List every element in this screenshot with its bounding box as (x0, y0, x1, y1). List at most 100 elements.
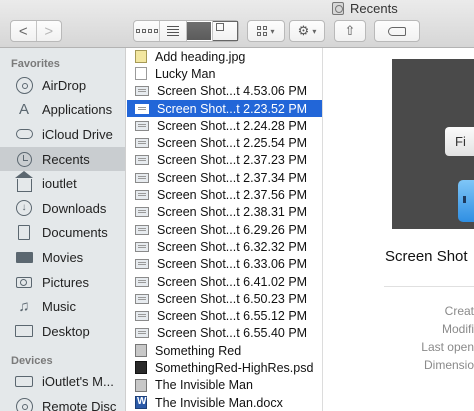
sidebar-item-icloud-drive[interactable]: iCloud Drive (0, 122, 125, 147)
sidebar-item-documents[interactable]: Documents (0, 221, 125, 246)
list-item[interactable]: Screen Shot...t 2.24.28 PM (127, 117, 322, 134)
gear-icon: ⚙ (297, 23, 310, 38)
list-item[interactable]: Screen Shot...t 2.25.54 PM (127, 134, 322, 151)
chevron-down-icon: ▾ (270, 26, 275, 36)
sidebar: Favorites AirDrop A Applications iCloud … (0, 48, 126, 411)
column-view-button[interactable] (185, 21, 212, 41)
list-item[interactable]: The Invisible Man.docx (127, 394, 322, 411)
photoshop-file-icon (135, 361, 147, 375)
forward-button[interactable]: > (35, 21, 62, 41)
screenshot-file-icon (135, 172, 149, 183)
screenshot-file-icon (135, 207, 149, 218)
sidebar-item-recents[interactable]: Recents (0, 146, 125, 172)
recents-folder-icon (332, 1, 344, 15)
file-icon (135, 344, 147, 358)
preview-pane: Fi Screen Shot Creat Modifi Last open Di… (324, 48, 474, 411)
list-item[interactable]: Something Red (127, 342, 322, 359)
list-item[interactable]: Screen Shot...t 2.37.34 PM (127, 169, 322, 186)
sidebar-item-desktop[interactable]: Desktop (0, 319, 125, 344)
favorites-header: Favorites (11, 58, 60, 70)
sidebar-item-remote-disc[interactable]: Remote Disc (0, 394, 125, 411)
downloads-icon: ↓ (14, 199, 34, 217)
list-item[interactable]: SomethingRed-HighRes.psd (127, 359, 322, 376)
list-item[interactable]: Add heading.jpg (127, 48, 322, 65)
tags-button[interactable] (374, 20, 420, 42)
preview-thumbnail-button: Fi (445, 127, 474, 156)
documents-icon (14, 224, 34, 242)
back-button[interactable]: < (11, 21, 36, 41)
screenshot-file-icon (135, 241, 149, 252)
list-item[interactable]: Screen Shot...t 2.38.31 PM (127, 204, 322, 221)
list-item[interactable]: Screen Shot...t 2.37.23 PM (127, 152, 322, 169)
screenshot-file-icon (135, 293, 149, 304)
meta-last-opened-label: Last open (421, 340, 474, 354)
home-icon (14, 171, 34, 193)
remote-disc-icon (14, 397, 34, 411)
sidebar-item-applications[interactable]: A Applications (0, 98, 125, 123)
screenshot-file-icon (135, 103, 149, 114)
view-mode-buttons (133, 20, 239, 42)
window-title-text: Recents (350, 0, 398, 16)
list-item[interactable]: Screen Shot...t 6.29.26 PM (127, 221, 322, 238)
list-item-selected[interactable]: Screen Shot...t 2.23.52 PM (127, 99, 322, 118)
list-item[interactable]: Screen Shot...t 6.32.32 PM (127, 238, 322, 255)
share-button[interactable]: ⇧ (334, 20, 366, 42)
action-button[interactable]: ⚙ ▾ (289, 20, 325, 42)
column-view-icon (186, 21, 212, 41)
list-view-button[interactable] (159, 21, 185, 41)
list-item[interactable]: Screen Shot...t 6.55.12 PM (127, 307, 322, 324)
devices-header: Devices (11, 354, 53, 367)
image-file-icon (135, 50, 147, 64)
list-item[interactable]: Screen Shot...t 6.50.23 PM (127, 290, 322, 307)
icon-view-icon (134, 21, 159, 41)
pictures-icon (14, 273, 34, 291)
screenshot-file-icon (135, 138, 149, 149)
icon-view-button[interactable] (134, 21, 159, 41)
sidebar-item-movies[interactable]: Movies (0, 245, 125, 270)
list-item[interactable]: The Invisible Man (127, 377, 322, 394)
sidebar-item-pictures[interactable]: Pictures (0, 270, 125, 295)
list-item[interactable]: Lucky Man (127, 65, 322, 82)
screenshot-file-icon (135, 276, 149, 287)
list-view-icon (160, 21, 185, 41)
meta-created-label: Creat (444, 304, 474, 318)
document-file-icon (135, 67, 147, 81)
list-item[interactable]: Screen Shot...t 6.55.40 PM (127, 325, 322, 342)
list-item[interactable]: Screen Shot...t 6.33.06 PM (127, 256, 322, 273)
chevron-down-icon: ▾ (312, 26, 317, 36)
screenshot-file-icon (135, 224, 149, 235)
applications-icon: A (18, 101, 29, 119)
computer-icon (14, 373, 34, 391)
list-item[interactable]: Screen Shot...t 2.37.56 PM (127, 186, 322, 203)
cover-flow-button[interactable] (211, 21, 238, 41)
screenshot-file-icon (135, 311, 149, 322)
screenshot-file-icon (135, 86, 149, 97)
sidebar-item-music[interactable]: ♫ Music (0, 294, 125, 319)
window-title: Recents (332, 0, 398, 16)
file-icon (135, 378, 147, 392)
share-icon: ⇧ (344, 23, 356, 38)
list-item[interactable]: Screen Shot...t 4.53.06 PM (127, 83, 322, 100)
list-item[interactable]: Screen Shot...t 6.41.02 PM (127, 273, 322, 290)
screenshot-file-icon (135, 328, 149, 339)
sidebar-item-home[interactable]: ioutlet (0, 171, 125, 196)
sidebar-item-airdrop[interactable]: AirDrop (0, 73, 125, 98)
screenshot-file-icon (135, 155, 149, 166)
arrange-icon (257, 26, 268, 36)
recents-clock-icon (14, 150, 34, 168)
screenshot-file-icon (135, 120, 149, 131)
sidebar-item-downloads[interactable]: ↓ Downloads (0, 196, 125, 221)
tag-icon (388, 26, 406, 36)
airdrop-icon (14, 76, 34, 94)
file-list-column: Add heading.jpg Lucky Man Screen Shot...… (127, 48, 323, 411)
word-file-icon (135, 396, 147, 410)
movies-icon (14, 248, 34, 266)
screenshot-file-icon (135, 190, 149, 201)
divider (384, 286, 474, 287)
sidebar-item-computer[interactable]: iOutlet's M... (0, 370, 125, 395)
arrange-button[interactable]: ▾ (247, 20, 285, 42)
cover-flow-icon (212, 21, 238, 41)
desktop-icon (14, 322, 34, 340)
finder-window: Recents < > ▾ ⚙ ▾ ⇧ Favorites AirDrop A … (0, 0, 474, 411)
icloud-icon (14, 125, 34, 143)
